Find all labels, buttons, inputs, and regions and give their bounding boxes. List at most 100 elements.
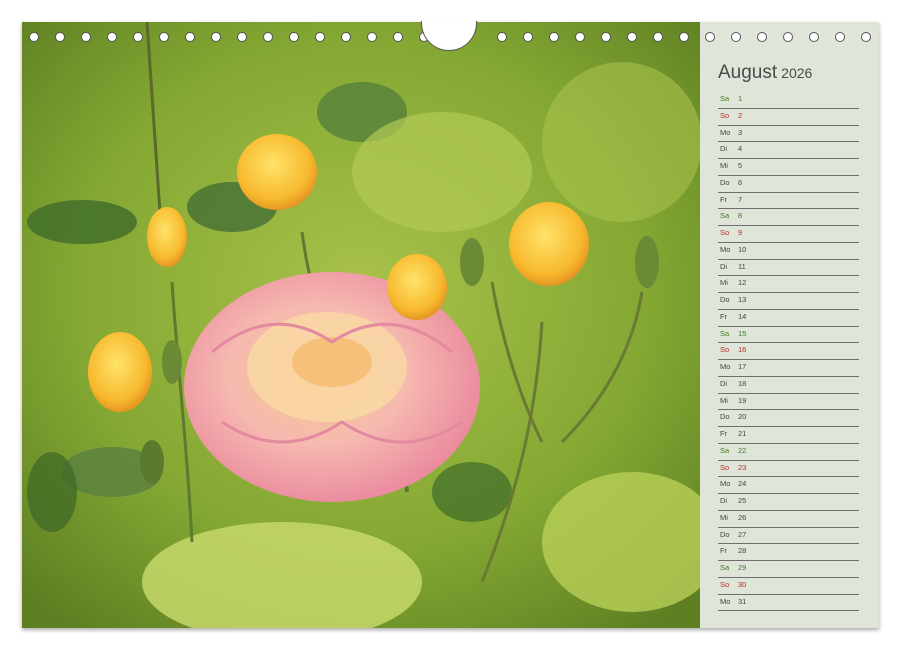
day-row: Fr 28 <box>718 544 859 561</box>
day-row: Fr 21 <box>718 427 859 444</box>
weekday-label: Sa <box>720 211 730 221</box>
day-number: 14 <box>738 311 747 321</box>
day-number: 1 <box>738 94 743 103</box>
day-number: 26 <box>738 512 747 522</box>
month-name: August <box>718 62 778 83</box>
binding-hole <box>679 32 689 42</box>
weekday-label: Do <box>720 529 730 539</box>
weekday-label: Sa <box>720 563 730 572</box>
day-number: 22 <box>738 445 747 455</box>
day-number: 12 <box>738 278 747 288</box>
weekday-label: So <box>720 462 730 472</box>
weekday-label: Sa <box>720 94 730 103</box>
binding-hole <box>731 32 741 42</box>
day-row: Fr 7 <box>718 193 859 210</box>
binding-hole <box>81 32 91 42</box>
day-number: 21 <box>738 429 747 438</box>
binding-hole <box>523 32 533 42</box>
day-list: Sa 1 So 2 Mo 3 Di 4 Mi 5 Do 6 Fr 7 Sa 8 So 9 Mo 10 Di 11 Mi 12 D… <box>718 92 859 612</box>
weekday-label: So <box>720 345 730 355</box>
day-row: Sa 8 <box>718 209 859 226</box>
day-row: Mi 12 <box>718 276 859 293</box>
day-row: Di 11 <box>718 260 859 277</box>
binding-hole <box>185 32 195 42</box>
weekday-label: Mo <box>720 596 731 606</box>
weekday-label: Fr <box>720 194 728 204</box>
weekday-label: Mi <box>720 161 728 170</box>
weekday-label: Di <box>720 378 728 388</box>
day-number: 15 <box>738 328 747 338</box>
binding-hole <box>497 32 507 42</box>
day-row: Sa 22 <box>718 444 859 461</box>
binding-hole <box>263 32 273 42</box>
day-row: Mo 24 <box>718 477 859 494</box>
day-row: Mo 31 <box>718 595 859 612</box>
day-number: 19 <box>738 395 747 405</box>
day-number: 6 <box>738 177 743 187</box>
weekday-label: Mi <box>720 512 728 522</box>
day-row: Mi 5 <box>718 159 859 176</box>
binding-hole <box>835 32 845 42</box>
binding-hole <box>549 32 559 42</box>
day-row: Mo 17 <box>718 360 859 377</box>
weekday-label: Di <box>720 496 728 505</box>
binding-hole <box>133 32 143 42</box>
day-row: Mo 10 <box>718 243 859 260</box>
day-number: 23 <box>738 462 747 472</box>
weekday-label: Mi <box>720 278 728 288</box>
day-row: So 9 <box>718 226 859 243</box>
day-number: 2 <box>738 110 743 120</box>
weekday-label: Sa <box>720 445 730 455</box>
weekday-label: Mo <box>720 362 731 371</box>
day-number: 3 <box>738 127 743 137</box>
weekday-label: So <box>720 228 730 237</box>
rose-photo <box>22 22 700 628</box>
weekday-label: So <box>720 110 730 120</box>
weekday-label: Do <box>720 295 730 304</box>
weekday-label: Fr <box>720 429 728 438</box>
day-number: 27 <box>738 529 747 539</box>
day-row: Do 27 <box>718 528 859 545</box>
binding-hole <box>289 32 299 42</box>
binding-hole <box>393 32 403 42</box>
day-number: 9 <box>738 228 743 237</box>
day-number: 13 <box>738 295 747 304</box>
weekday-label: So <box>720 579 730 589</box>
day-number: 18 <box>738 378 747 388</box>
day-row: So 16 <box>718 343 859 360</box>
binding-hole <box>809 32 819 42</box>
day-number: 17 <box>738 362 747 371</box>
weekday-label: Mo <box>720 127 731 137</box>
weekday-label: Mo <box>720 244 731 254</box>
binding-hole <box>861 32 871 42</box>
day-number: 30 <box>738 579 747 589</box>
binding-hole <box>653 32 663 42</box>
day-row: Sa 1 <box>718 92 859 109</box>
calendar-page: August 2026 Sa 1 So 2 Mo 3 Di 4 Mi 5 Do 6 Fr 7 Sa 8 So 9 Mo… <box>22 21 879 628</box>
day-row: Di 4 <box>718 142 859 159</box>
day-row: Di 18 <box>718 377 859 394</box>
weekday-label: Do <box>720 412 730 422</box>
day-number: 7 <box>738 194 743 204</box>
binding-hole <box>601 32 611 42</box>
year-label: 2026 <box>781 65 813 81</box>
binding-hole <box>237 32 247 42</box>
day-row: So 23 <box>718 461 859 478</box>
calendar-panel: August 2026 Sa 1 So 2 Mo 3 Di 4 Mi 5 Do 6 Fr 7 Sa 8 So 9 Mo… <box>700 22 879 628</box>
month-title: August 2026 <box>718 62 812 84</box>
binding-hole <box>315 32 325 42</box>
day-number: 29 <box>738 563 747 572</box>
weekday-label: Do <box>720 177 730 187</box>
weekday-label: Di <box>720 261 728 271</box>
binding-hole <box>107 32 117 42</box>
day-number: 20 <box>738 412 747 422</box>
day-number: 28 <box>738 546 747 556</box>
binding-hole <box>159 32 169 42</box>
binding-hole <box>757 32 767 42</box>
day-row: Do 20 <box>718 410 859 427</box>
day-row: Sa 29 <box>718 561 859 578</box>
day-row: Do 13 <box>718 293 859 310</box>
binding-hole <box>55 32 65 42</box>
binding-hole <box>783 32 793 42</box>
binding-hole <box>29 32 39 42</box>
